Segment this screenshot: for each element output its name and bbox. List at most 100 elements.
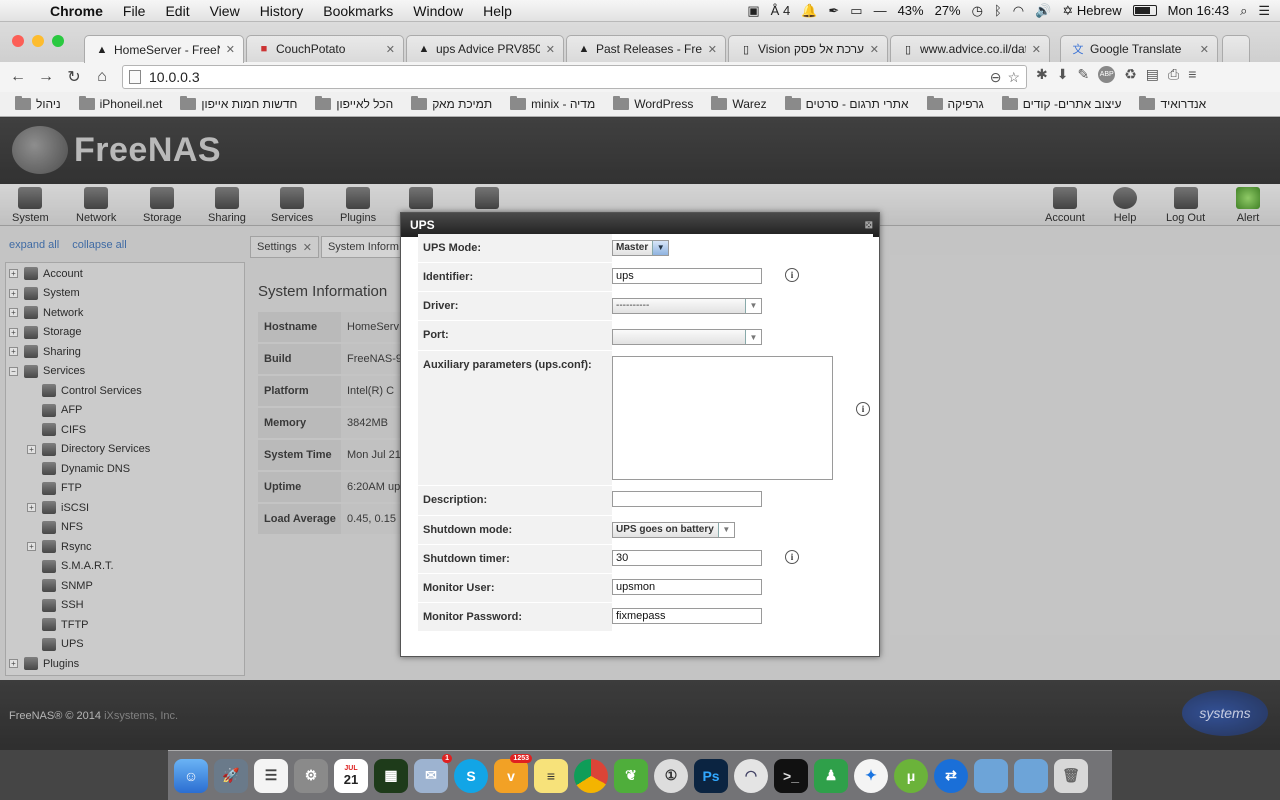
people-app-icon[interactable]: ♟ [814,758,848,793]
tab-homeserver-freenas[interactable]: ▲ HomeServer - FreeNAS ✕ [84,35,244,63]
notes-icon[interactable]: ≡ [534,758,568,793]
menu-window[interactable]: Window [403,3,473,19]
ups-mode-select[interactable]: Master ▼ [612,239,670,256]
teamviewer-icon[interactable]: ⇄ [934,758,968,793]
tab-couchpotato[interactable]: ■ CouchPotato ✕ [246,35,404,62]
airplay-icon[interactable]: ▭ [850,3,862,19]
reload-icon[interactable]: ↻ [60,67,88,87]
activity-monitor-icon[interactable]: ▦ [374,758,408,793]
printer-extension-icon[interactable]: ⎙ [1168,66,1179,83]
zoom-icon[interactable]: ⊖ [990,69,1002,86]
menu-help[interactable]: Help [473,3,522,19]
bookmark-folder[interactable]: אתרי תרגום - סרטים [776,96,918,111]
skype-icon[interactable]: S [454,758,488,793]
chrome-menu-icon[interactable]: ≡ [1188,66,1196,83]
home-icon[interactable]: ⌂ [88,68,116,86]
battery-a-percent[interactable]: 43% [898,3,924,18]
tab-vision[interactable]: ▯ Vision מערכת אל פסק ✕ [728,35,888,62]
1password-icon[interactable]: ① [654,758,688,793]
leaf-app-icon[interactable]: ❦ [614,758,648,793]
tab-advice-data[interactable]: ▯ www.advice.co.il/dat ✕ [890,35,1050,62]
shutdown-mode-select[interactable]: UPS goes on battery ▼ [612,521,735,538]
clock[interactable]: Mon 16:43 [1168,3,1229,18]
menu-file[interactable]: File [113,3,156,19]
trash-icon[interactable]: 🗑 [1054,758,1088,793]
minimize-window-button[interactable] [32,35,44,47]
tab-close-icon[interactable]: ✕ [226,43,235,56]
tab-close-icon[interactable]: ✕ [386,43,395,56]
monitor-password-input[interactable]: fixmepass [612,608,762,624]
address-bar[interactable]: 10.0.0.3 ⊖ ☆ [122,65,1027,89]
bookmark-folder[interactable]: ניהול [6,96,70,111]
box-extension-icon[interactable]: ▤ [1146,66,1159,83]
bluetooth-icon[interactable]: ᛒ [994,3,1002,18]
photoshop-icon[interactable]: Ps [694,758,728,793]
tool-icon[interactable]: ✒ [828,3,839,19]
port-select[interactable]: ▼ [612,329,762,345]
address-url[interactable]: 10.0.0.3 [149,69,200,85]
shutdown-timer-input[interactable]: 30 [612,550,762,566]
bookmark-folder[interactable]: עיצוב אתרים- קודים [993,96,1131,111]
calendar-icon[interactable]: JUL 21 [334,758,368,793]
tools-extension-icon[interactable]: ✎ [1077,66,1089,83]
recycle-extension-icon[interactable]: ♻ [1124,66,1137,83]
tab-close-icon[interactable]: ✕ [1032,43,1041,56]
chrome-icon[interactable] [574,758,608,793]
tab-close-icon[interactable]: ✕ [1200,43,1209,56]
tab-close-icon[interactable]: ✕ [708,43,717,56]
tab-ups-advice[interactable]: ▲ ups Advice PRV850 c ✕ [406,35,564,62]
mail-stamp-icon[interactable]: ✉ 1 [414,753,452,793]
adblock-icon[interactable]: ABP [1098,66,1116,83]
minus-icon[interactable]: — [874,3,887,18]
finder-icon[interactable]: ☺ [174,758,208,793]
bookmark-folder[interactable]: הכל לאייפון [306,96,402,111]
menu-edit[interactable]: Edit [155,3,199,19]
battery-icon[interactable] [1132,5,1157,16]
tab-google-translate[interactable]: 文 Google Translate ✕ [1060,35,1218,62]
forward-arrow-icon[interactable]: → [32,68,60,86]
monitor-user-input[interactable]: upsmon [612,579,762,595]
bookmark-folder[interactable]: חדשות חמות אייפון [171,96,306,111]
menu-bookmarks[interactable]: Bookmarks [313,3,403,19]
download-extension-icon[interactable]: ⬇ [1057,66,1069,83]
bell-icon[interactable]: 🔔 [801,3,817,19]
back-arrow-icon[interactable]: ← [4,68,32,86]
wifi-diagnostics-icon[interactable]: ◠ [734,758,768,793]
battery-b-percent[interactable]: 27% [935,3,961,18]
terminal-icon[interactable]: >_ [774,758,808,793]
dialog-close-icon[interactable]: ⊠ [865,220,873,231]
bookmark-folder[interactable]: WordPress [604,96,702,111]
identifier-input[interactable]: ups [612,268,762,284]
auxiliary-info-icon[interactable]: i [856,402,870,416]
downloads-folder-icon[interactable] [1014,758,1048,793]
bookmark-folder[interactable]: גרפיקה [918,96,993,111]
bookmark-folder[interactable]: אנדרואיד [1130,96,1215,111]
driver-select[interactable]: ---------- ▼ [612,297,762,314]
menu-view[interactable]: View [200,3,250,19]
wifi-icon[interactable]: ◠ [1013,3,1024,19]
close-window-button[interactable] [12,35,24,47]
adobe-notifications-icon[interactable]: Å 4 [771,3,791,18]
description-input[interactable] [612,491,762,507]
tab-close-icon[interactable]: ✕ [870,43,879,56]
applications-folder-icon[interactable] [974,758,1008,793]
bookmark-star-icon[interactable]: ☆ [1007,69,1020,86]
bookmark-folder[interactable]: iPhoneil.net [70,96,172,111]
identifier-info-icon[interactable]: i [785,268,799,282]
reminders-icon[interactable]: ☰ [254,758,288,793]
tab-past-releases[interactable]: ▲ Past Releases - FreeN ✕ [566,35,726,62]
shutdown-timer-info-icon[interactable]: i [785,550,799,564]
time-machine-icon[interactable]: ◷ [972,3,983,19]
auxiliary-parameters-textarea[interactable] [612,356,833,480]
launchpad-rocket-icon[interactable]: 🚀 [214,758,248,793]
new-tab-button[interactable] [1222,35,1250,62]
system-preferences-gear-icon[interactable]: ⚙ [294,758,328,793]
bookmark-folder[interactable]: minix - מדיה [501,96,604,111]
volume-icon[interactable]: 🔊 [1035,3,1051,19]
zoom-window-button[interactable] [52,35,64,47]
app-status-icon[interactable]: ▣ [747,3,759,19]
input-language[interactable]: ✡ Hebrew [1062,3,1121,19]
utorrent-icon[interactable]: μ [894,758,928,793]
bookmark-folder[interactable]: תמיכת מאק [402,96,501,111]
notification-center-icon[interactable]: ☰ [1258,3,1270,19]
